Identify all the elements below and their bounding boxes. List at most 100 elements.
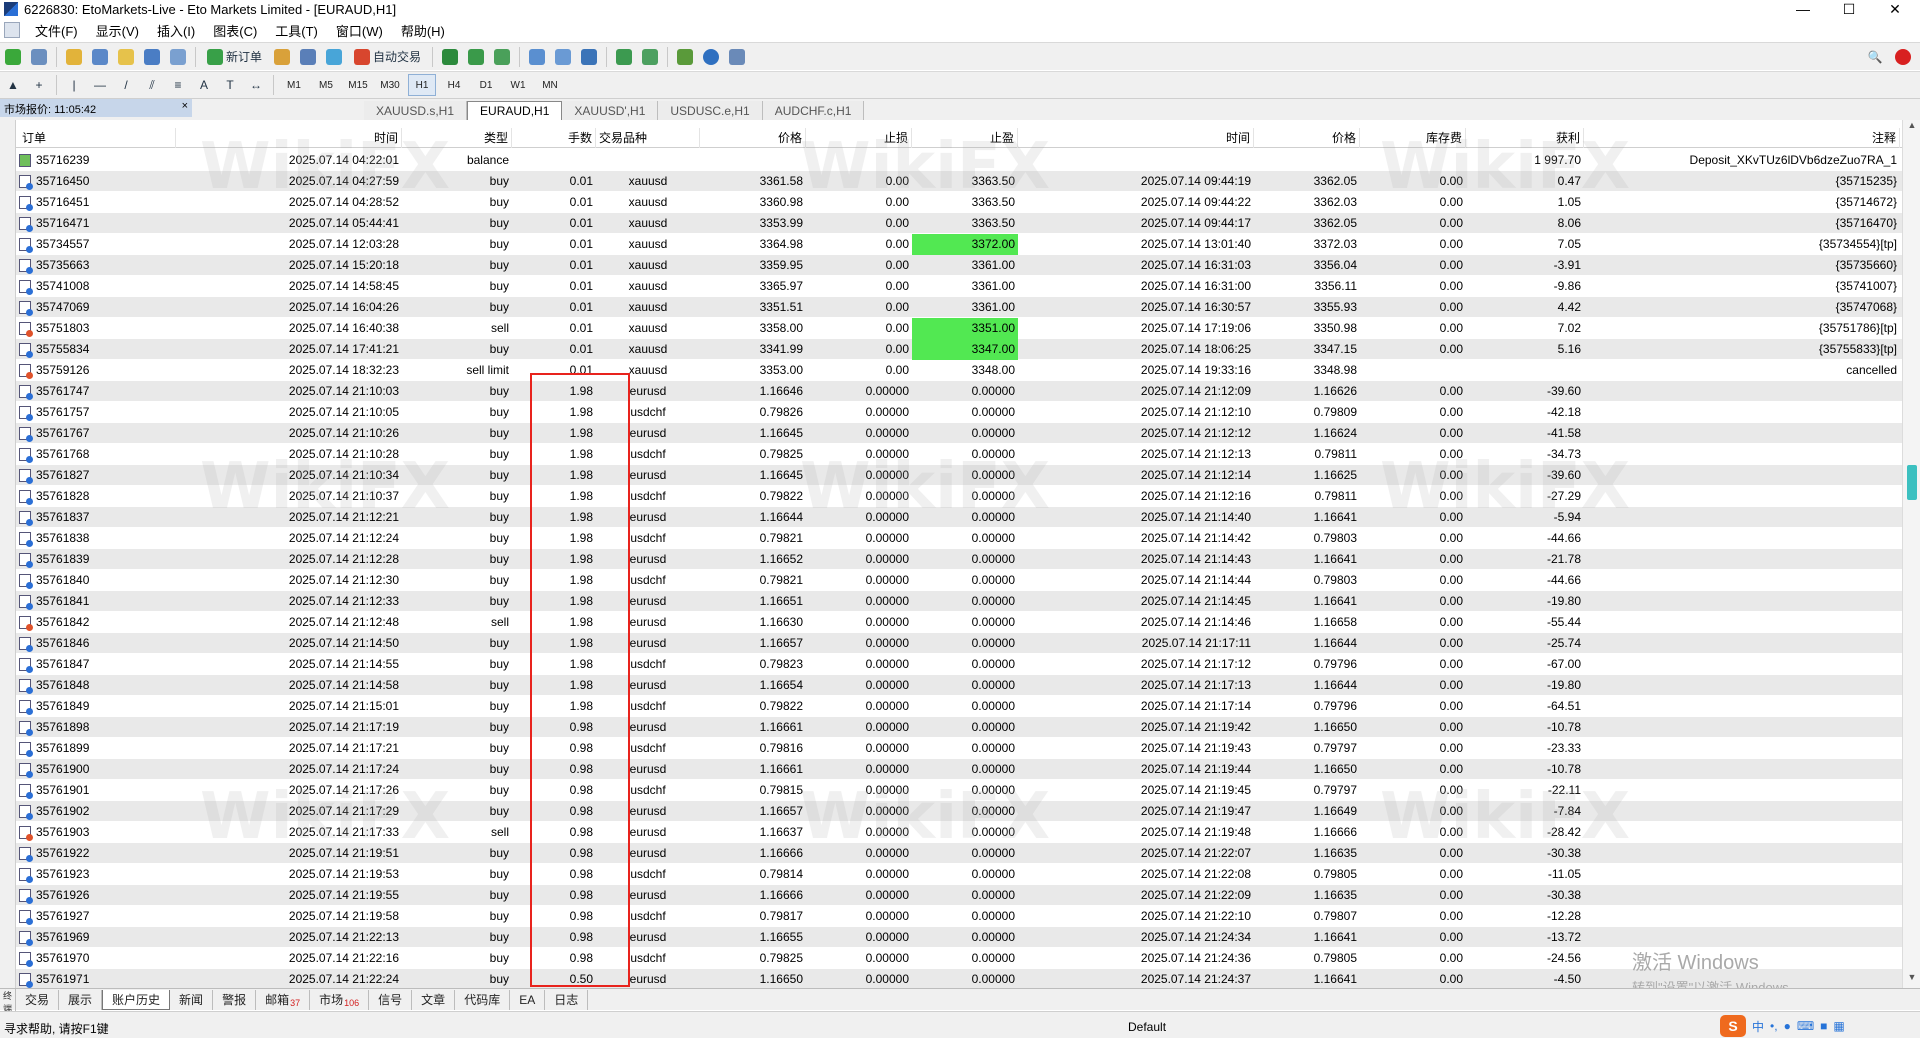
signals-button[interactable] bbox=[297, 46, 319, 68]
timeframe-m5[interactable]: M5 bbox=[312, 74, 340, 96]
table-row[interactable]: 35761767 2025.07.14 21:10:26 buy 1.98 eurusd… bbox=[16, 423, 1902, 444]
col-lots-header[interactable]: 手数 bbox=[512, 128, 596, 148]
col-open-time-header[interactable]: 时间 bbox=[176, 128, 402, 148]
horizontal-line-button[interactable]: — bbox=[89, 74, 111, 96]
trendline-button[interactable]: / bbox=[115, 74, 137, 96]
table-row[interactable]: 35761827 2025.07.14 21:10:34 buy 1.98 eurusd… bbox=[16, 465, 1902, 486]
table-row[interactable]: 35761837 2025.07.14 21:12:21 buy 1.98 eurusd… bbox=[16, 507, 1902, 528]
table-row[interactable]: 35761923 2025.07.14 21:19:53 buy 0.98 usdchf… bbox=[16, 864, 1902, 885]
table-row[interactable]: 35716239 2025.07.14 04:22:01 balance 1 997.… bbox=[16, 150, 1902, 171]
terminal-tab-6[interactable]: 市场 106 bbox=[310, 989, 370, 1010]
terminal-tab-5[interactable]: 邮箱 37 bbox=[256, 989, 311, 1010]
col-swap-header[interactable]: 库存费 bbox=[1360, 128, 1466, 148]
close-button[interactable]: ✕ bbox=[1872, 0, 1918, 18]
templates-button[interactable] bbox=[726, 46, 748, 68]
notifications-button[interactable] bbox=[1892, 46, 1914, 68]
navigator-button[interactable] bbox=[115, 46, 137, 68]
terminal-tab-4[interactable]: 警报 bbox=[213, 989, 257, 1010]
col-profit-header[interactable]: 获利 bbox=[1466, 128, 1584, 148]
periods-button[interactable] bbox=[700, 46, 722, 68]
new-chart-button[interactable] bbox=[2, 46, 24, 68]
bar-chart-button[interactable] bbox=[439, 46, 461, 68]
toolbox-icon[interactable]: ▦ bbox=[1833, 1019, 1844, 1033]
menu-tools[interactable]: 工具(T) bbox=[266, 21, 327, 40]
text-button[interactable]: A bbox=[193, 74, 215, 96]
menu-insert[interactable]: 插入(I) bbox=[148, 21, 204, 40]
auto-scroll-button[interactable] bbox=[613, 46, 635, 68]
table-row[interactable]: 35761828 2025.07.14 21:10:37 buy 1.98 usdchf… bbox=[16, 486, 1902, 507]
ime-language[interactable]: 中 bbox=[1752, 1018, 1764, 1035]
table-row[interactable]: 35761768 2025.07.14 21:10:28 buy 1.98 usdchf… bbox=[16, 444, 1902, 465]
timeframe-w1[interactable]: W1 bbox=[504, 74, 532, 96]
cursor-button[interactable]: ▲ bbox=[2, 74, 24, 96]
col-take-profit-header[interactable]: 止盈 bbox=[912, 128, 1018, 148]
candlestick-button[interactable] bbox=[465, 46, 487, 68]
col-type-header[interactable]: 类型 bbox=[402, 128, 512, 148]
profiles-button[interactable] bbox=[28, 46, 50, 68]
terminal-tab-7[interactable]: 信号 bbox=[369, 989, 413, 1010]
vertical-line-button[interactable]: | bbox=[63, 74, 85, 96]
menu-help[interactable]: 帮助(H) bbox=[392, 21, 454, 40]
table-row[interactable]: 35761898 2025.07.14 21:17:19 buy 0.98 eurusd… bbox=[16, 717, 1902, 738]
zoom-out-button[interactable] bbox=[552, 46, 574, 68]
col-close-time-header[interactable]: 时间 bbox=[1018, 128, 1254, 148]
chart-tab-xauusd-s[interactable]: XAUUSD.s,H1 bbox=[364, 101, 468, 120]
skin-icon[interactable]: ■ bbox=[1820, 1019, 1827, 1033]
table-row[interactable]: 35755834 2025.07.14 17:41:21 buy 0.01 xauusd… bbox=[16, 339, 1902, 360]
sogou-ime-icon[interactable]: S bbox=[1720, 1015, 1746, 1037]
terminal-tab-2[interactable]: 账户历史 bbox=[102, 989, 171, 1010]
table-row[interactable]: 35761848 2025.07.14 21:14:58 buy 1.98 eurusd… bbox=[16, 675, 1902, 696]
channel-button[interactable]: ⫽ bbox=[141, 74, 163, 96]
scroll-up-icon[interactable]: ▲ bbox=[1903, 120, 1920, 136]
col-stop-loss-header[interactable]: 止损 bbox=[806, 128, 912, 148]
table-row[interactable]: 35734557 2025.07.14 12:03:28 buy 0.01 xauusd… bbox=[16, 234, 1902, 255]
terminal-button[interactable] bbox=[141, 46, 163, 68]
table-row[interactable]: 35761926 2025.07.14 21:19:55 buy 0.98 eurusd… bbox=[16, 885, 1902, 906]
scroll-down-icon[interactable]: ▼ bbox=[1903, 972, 1920, 988]
table-row[interactable]: 35716451 2025.07.14 04:28:52 buy 0.01 xauusd… bbox=[16, 192, 1902, 213]
table-row[interactable]: 35761838 2025.07.14 21:12:24 buy 1.98 usdchf… bbox=[16, 528, 1902, 549]
menu-window[interactable]: 窗口(W) bbox=[327, 21, 392, 40]
search-button[interactable]: 🔍 bbox=[1864, 46, 1886, 68]
table-row[interactable]: 35761847 2025.07.14 21:14:55 buy 1.98 usdchf… bbox=[16, 654, 1902, 675]
table-row[interactable]: 35751803 2025.07.14 16:40:38 sell 0.01 xauus… bbox=[16, 318, 1902, 339]
table-row[interactable]: 35759126 2025.07.14 18:32:23 sell limit 0.0… bbox=[16, 360, 1902, 381]
timeframe-m15[interactable]: M15 bbox=[344, 74, 372, 96]
punctuation-icon[interactable]: •, bbox=[1770, 1019, 1778, 1033]
timeframe-d1[interactable]: D1 bbox=[472, 74, 500, 96]
vertical-scrollbar[interactable]: ▲ ▼ bbox=[1902, 120, 1920, 988]
table-row[interactable]: 35761901 2025.07.14 21:17:26 buy 0.98 usdchf… bbox=[16, 780, 1902, 801]
timeframe-h1[interactable]: H1 bbox=[408, 74, 436, 96]
table-row[interactable]: 35735663 2025.07.14 15:20:18 buy 0.01 xauusd… bbox=[16, 255, 1902, 276]
indicators-button[interactable] bbox=[674, 46, 696, 68]
strategy-tester-button[interactable] bbox=[167, 46, 189, 68]
crosshair-button[interactable]: + bbox=[28, 74, 50, 96]
table-row[interactable]: 35761840 2025.07.14 21:12:30 buy 1.98 usdchf… bbox=[16, 570, 1902, 591]
label-button[interactable]: T bbox=[219, 74, 241, 96]
maximize-button[interactable]: ☐ bbox=[1826, 0, 1872, 18]
col-symbol-header[interactable]: 交易品种 bbox=[596, 128, 700, 148]
arrows-button[interactable]: ↔ bbox=[245, 74, 267, 96]
col-comment-header[interactable]: 注释 bbox=[1584, 128, 1900, 148]
table-row[interactable]: 35761971 2025.07.14 21:22:24 buy 0.50 eurusd… bbox=[16, 969, 1902, 988]
table-row[interactable]: 35716450 2025.07.14 04:27:59 buy 0.01 xauusd… bbox=[16, 171, 1902, 192]
table-row[interactable]: 35761841 2025.07.14 21:12:33 buy 1.98 eurusd… bbox=[16, 591, 1902, 612]
auto-trading-button[interactable]: 自动交易 bbox=[349, 46, 426, 68]
table-row[interactable]: 35761846 2025.07.14 21:14:50 buy 1.98 eurusd… bbox=[16, 633, 1902, 654]
table-row[interactable]: 35747069 2025.07.14 16:04:26 buy 0.01 xauusd… bbox=[16, 297, 1902, 318]
menu-charts[interactable]: 图表(C) bbox=[204, 21, 266, 40]
table-row[interactable]: 35761903 2025.07.14 21:17:33 sell 0.98 eurus… bbox=[16, 822, 1902, 843]
menu-file[interactable]: 文件(F) bbox=[26, 21, 87, 40]
terminal-tab-3[interactable]: 新闻 bbox=[170, 989, 214, 1010]
chart-shift-button[interactable] bbox=[639, 46, 661, 68]
col-order-header[interactable]: 订单 bbox=[16, 128, 176, 148]
chart-tab-audchf[interactable]: AUDCHF.c,H1 bbox=[762, 101, 865, 120]
terminal-tab-9[interactable]: 代码库 bbox=[455, 989, 511, 1010]
fibonacci-button[interactable]: ≡ bbox=[167, 74, 189, 96]
col-close-price-header[interactable]: 价格 bbox=[1254, 128, 1360, 148]
scroll-thumb[interactable] bbox=[1907, 465, 1917, 500]
table-row[interactable]: 35761757 2025.07.14 21:10:05 buy 1.98 usdchf… bbox=[16, 402, 1902, 423]
line-chart-button[interactable] bbox=[491, 46, 513, 68]
keyboard-icon[interactable]: ⌨ bbox=[1797, 1019, 1814, 1033]
terminal-tab-1[interactable]: 展示 bbox=[59, 989, 103, 1010]
